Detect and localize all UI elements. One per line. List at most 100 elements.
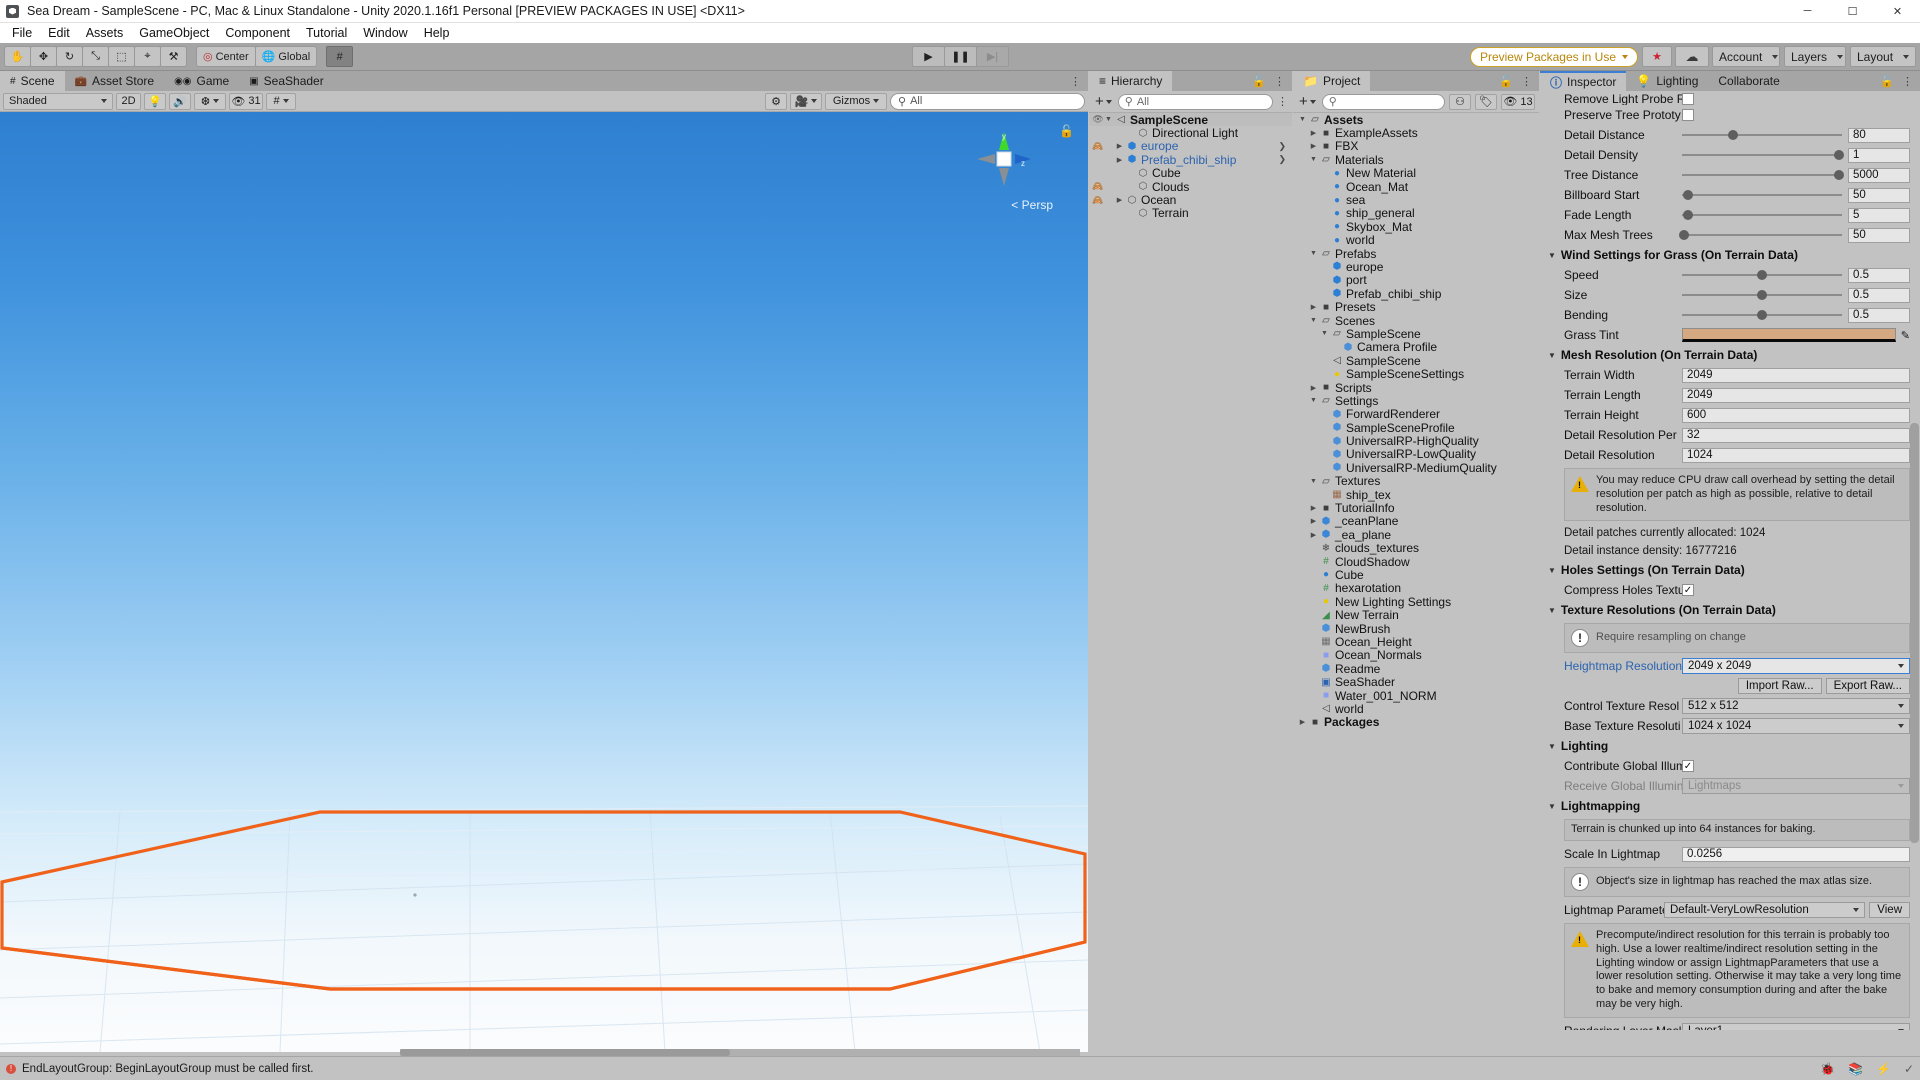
expand-toggle-icon[interactable]: ▶ <box>1308 142 1319 150</box>
kebab-menu-icon[interactable]: ⋮ <box>1521 75 1532 88</box>
row-terrain-width[interactable]: Terrain Width2049 <box>1540 365 1920 385</box>
row-detail-resolution[interactable]: Detail Resolution1024 <box>1540 445 1920 465</box>
project-item-universalrp-lowquality[interactable]: ⬢UniversalRP-LowQuality <box>1293 448 1539 461</box>
detail-density-slider[interactable] <box>1682 147 1842 163</box>
preview-packages-button[interactable]: Preview Packages in Use <box>1470 47 1638 67</box>
row-heightmap-resolution[interactable]: Heightmap Resolution2049 x 2049 <box>1540 656 1920 676</box>
lock-icon[interactable]: 🔓 <box>1499 75 1513 88</box>
detail-distance-slider[interactable] <box>1682 127 1842 143</box>
project-item-newbrush[interactable]: ⬢NewBrush <box>1293 622 1539 635</box>
menu-item-gameobject[interactable]: GameObject <box>131 24 217 42</box>
lock-icon[interactable]: 🔓 <box>1880 75 1894 88</box>
hierarchy-item-ocean[interactable]: 🙈▶⬡Ocean <box>1089 193 1292 206</box>
project-item-world[interactable]: ●world <box>1293 234 1539 247</box>
minimize-button[interactable]: ─ <box>1785 0 1830 23</box>
expand-toggle-icon[interactable]: ▶ <box>1114 156 1125 164</box>
project-item-samplescene[interactable]: ▼▱SampleScene <box>1293 327 1539 340</box>
project-visibility-count[interactable]: 👁 13 <box>1501 94 1535 110</box>
scale-in-lightmap-input[interactable]: 0.0256 <box>1682 847 1910 862</box>
layers-stack-icon[interactable]: 📚 <box>1848 1062 1863 1076</box>
row-wind-bending[interactable]: Bending0.5 <box>1540 305 1920 325</box>
project-item-exampleassets[interactable]: ▶■ExampleAssets <box>1293 126 1539 139</box>
preserve-tree-prototypes-checkbox[interactable] <box>1682 109 1694 121</box>
tab-scene[interactable]: #Scene <box>0 71 65 91</box>
tab-hierarchy[interactable]: ≡ Hierarchy <box>1089 71 1172 91</box>
billboard-start-value[interactable]: 50 <box>1848 188 1910 203</box>
add-gameobject-button[interactable]: + <box>1093 93 1114 110</box>
hand-tool[interactable]: ✋ <box>4 46 31 67</box>
project-item-samplesceneprofile[interactable]: ⬢SampleSceneProfile <box>1293 421 1539 434</box>
hierarchy-item-europe[interactable]: 🙈▶⬢europe❯ <box>1089 140 1292 153</box>
wind-size-value[interactable]: 0.5 <box>1848 288 1910 303</box>
project-item-ship-general[interactable]: ●ship_general <box>1293 207 1539 220</box>
slider-knob[interactable] <box>1834 170 1844 180</box>
slider-knob[interactable] <box>1683 210 1693 220</box>
scene-lock-icon[interactable]: 🔓 <box>1059 124 1074 138</box>
wind-speed-value[interactable]: 0.5 <box>1848 268 1910 283</box>
project-item-skybox-mat[interactable]: ●Skybox_Mat <box>1293 220 1539 233</box>
collapse-toggle-icon[interactable]: ▼ <box>1548 742 1556 751</box>
space-mode-button[interactable]: 🌐 Global <box>255 46 318 67</box>
scene-lighting-icon[interactable]: 💡 <box>144 93 166 110</box>
prefab-open-arrow-icon[interactable]: ❯ <box>1278 141 1292 152</box>
menu-item-tutorial[interactable]: Tutorial <box>298 24 355 42</box>
rotate-tool[interactable]: ↻ <box>56 46 83 67</box>
project-item-sea[interactable]: ●sea <box>1293 193 1539 206</box>
expand-toggle-icon[interactable]: ▶ <box>1308 303 1319 311</box>
project-item-ocean-mat[interactable]: ●Ocean_Mat <box>1293 180 1539 193</box>
lightmap-parameters-dropdown[interactable]: Default-VeryLowResolution <box>1664 902 1865 918</box>
move-tool[interactable]: ✥ <box>30 46 57 67</box>
draw-mode-dropdown[interactable]: Shaded <box>3 93 113 110</box>
heightmap-resolution-dropdown[interactable]: 2049 x 2049 <box>1682 658 1910 674</box>
project-item-materials[interactable]: ▼▱Materials <box>1293 153 1539 166</box>
prefab-open-arrow-icon[interactable]: ❯ <box>1278 154 1292 165</box>
expand-toggle-icon[interactable]: ▼ <box>1308 156 1319 163</box>
expand-toggle-icon[interactable]: ▶ <box>1308 129 1319 137</box>
terrain-height-input[interactable]: 600 <box>1682 408 1910 423</box>
tree-distance-slider[interactable] <box>1682 167 1842 183</box>
project-item-prefab-chibi-ship[interactable]: ⬢Prefab_chibi_ship <box>1293 287 1539 300</box>
project-item-new-terrain[interactable]: ◢New Terrain <box>1293 608 1539 621</box>
tab-collaborate[interactable]: Collaborate <box>1708 71 1789 91</box>
scene-horizontal-scrollbar[interactable] <box>400 1049 1080 1056</box>
flash-icon[interactable]: ⚡ <box>1876 1062 1891 1076</box>
row-detail-resolution-per-patch[interactable]: Detail Resolution Per32 <box>1540 425 1920 445</box>
row-base-texture-resolution[interactable]: Base Texture Resoluti1024 x 1024 <box>1540 716 1920 736</box>
terrain-length-input[interactable]: 2049 <box>1682 388 1910 403</box>
expand-toggle-icon[interactable]: ▶ <box>1297 718 1308 726</box>
rendering-layer-mask-dropdown[interactable]: Layer1 <box>1682 1023 1910 1031</box>
row-control-texture-resolution[interactable]: Control Texture Resol512 x 512 <box>1540 696 1920 716</box>
hierarchy-item-prefab_chibi_ship[interactable]: ▶⬢Prefab_chibi_ship❯ <box>1089 153 1292 166</box>
scene-view-gizmo[interactable]: y z <box>975 130 1033 188</box>
audio-toggle-icon[interactable]: 🔊 <box>169 93 191 110</box>
tab-game[interactable]: ◉◉Game <box>164 71 239 91</box>
project-item-universalrp-mediumquality[interactable]: ⬢UniversalRP-MediumQuality <box>1293 461 1539 474</box>
step-button[interactable]: ▶| <box>976 46 1009 67</box>
collapse-toggle-icon[interactable]: ▼ <box>1548 351 1556 360</box>
hierarchy-item-directional-light[interactable]: ⬡Directional Light <box>1089 126 1292 139</box>
row-grass-tint[interactable]: Grass Tint✎ <box>1540 325 1920 345</box>
inspector-scrollbar[interactable] <box>1910 93 1919 1050</box>
detail-density-value[interactable]: 1 <box>1848 148 1910 163</box>
project-item-prefabs[interactable]: ▼▱Prefabs <box>1293 247 1539 260</box>
grid-visibility-button[interactable]: # <box>266 93 296 110</box>
collapse-toggle-icon[interactable]: ▼ <box>1548 251 1556 260</box>
transform-tool[interactable]: ⌖ <box>134 46 161 67</box>
filter-by-label-icon[interactable]: 🏷 <box>1475 94 1497 110</box>
project-item-clouds-textures[interactable]: ❄clouds_textures <box>1293 542 1539 555</box>
kebab-menu-icon[interactable]: ⋮ <box>1902 75 1913 88</box>
kebab-menu-icon[interactable]: ⋮ <box>1070 75 1081 88</box>
base-texture-resolution-dropdown[interactable]: 1024 x 1024 <box>1682 718 1910 734</box>
project-item-packages[interactable]: ▶■Packages <box>1293 716 1539 729</box>
hierarchy-item-samplescene[interactable]: 👁▼◁SampleScene <box>1089 113 1292 126</box>
wind-size-slider[interactable] <box>1682 287 1842 303</box>
tab-inspector[interactable]: ⓘ Inspector <box>1540 71 1626 91</box>
scene-visibility-toggle[interactable]: 👁 31 <box>229 93 263 110</box>
scene-scrollbar-thumb[interactable] <box>400 1049 730 1056</box>
scene-search-input[interactable]: ⚲ All <box>890 93 1085 110</box>
visibility-hidden-icon[interactable]: 🙈 <box>1092 181 1104 192</box>
section-texture-resolutions[interactable]: ▼Texture Resolutions (On Terrain Data) <box>1540 600 1920 620</box>
expand-toggle-icon[interactable]: ▼ <box>1308 397 1319 404</box>
fade-length-slider[interactable] <box>1682 207 1842 223</box>
section-wind-settings[interactable]: ▼Wind Settings for Grass (On Terrain Dat… <box>1540 245 1920 265</box>
